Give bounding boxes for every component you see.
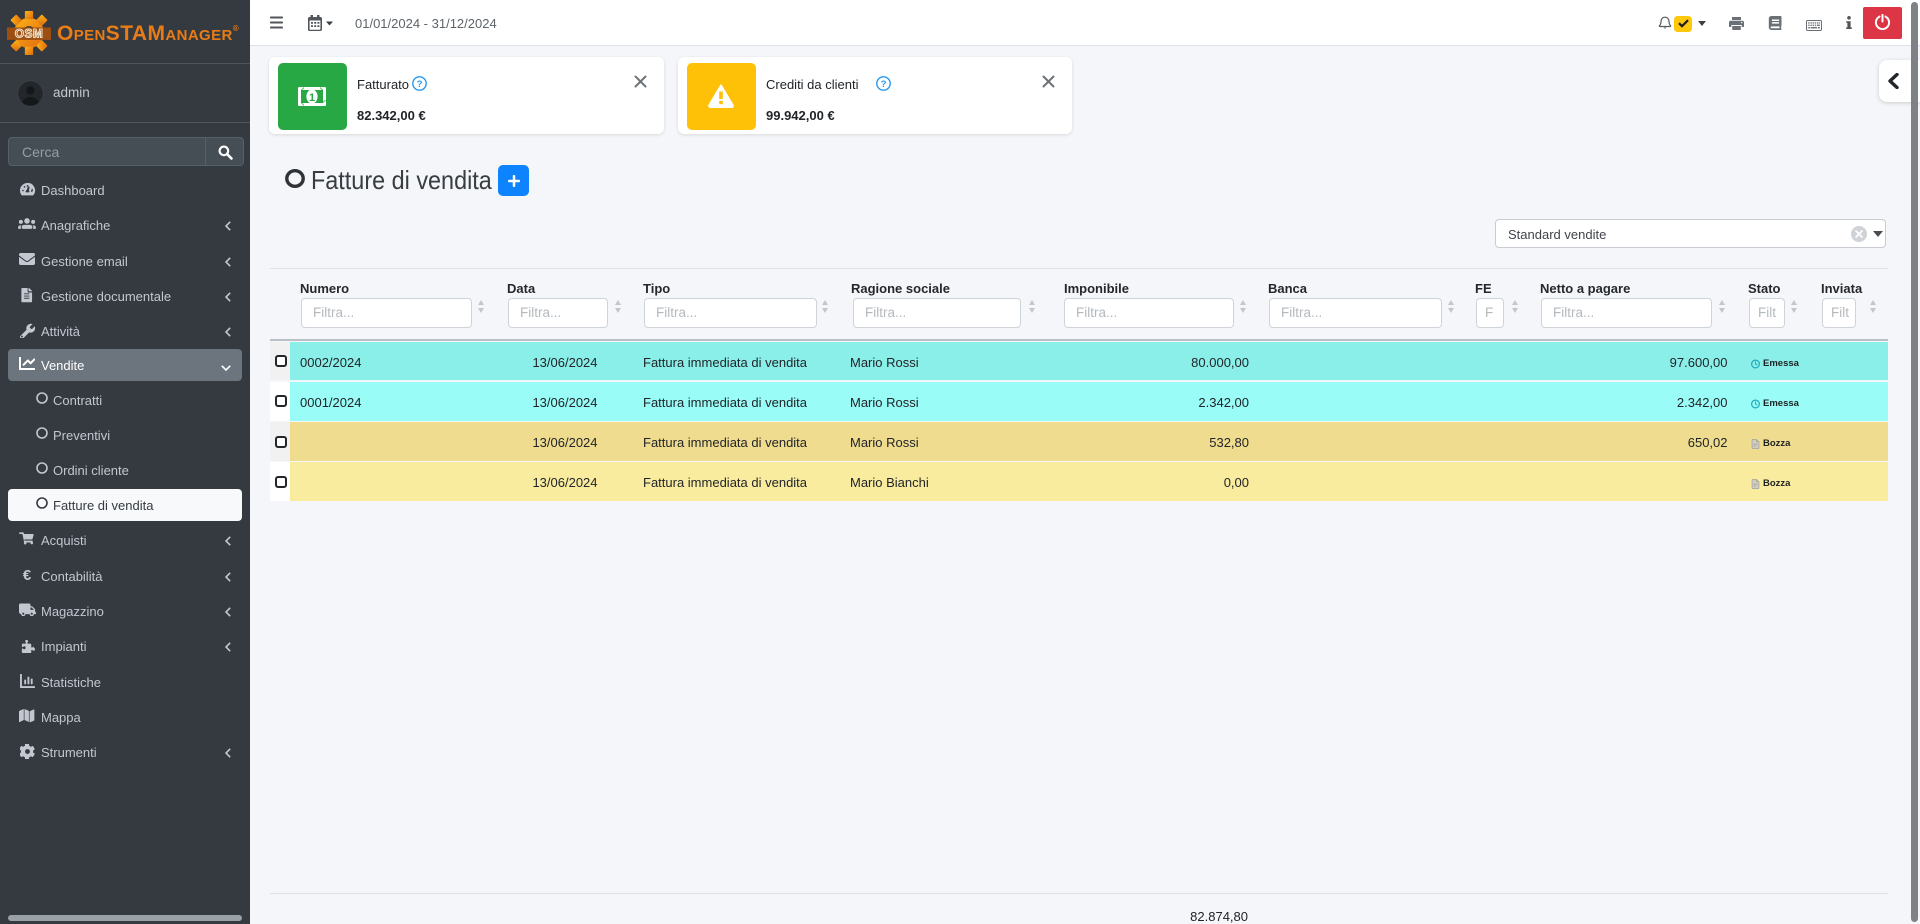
svg-text:1: 1 [309,92,315,104]
svg-text:OSM: OSM [15,27,44,41]
svg-text:?: ? [881,79,887,90]
svg-text:?: ? [417,79,423,90]
